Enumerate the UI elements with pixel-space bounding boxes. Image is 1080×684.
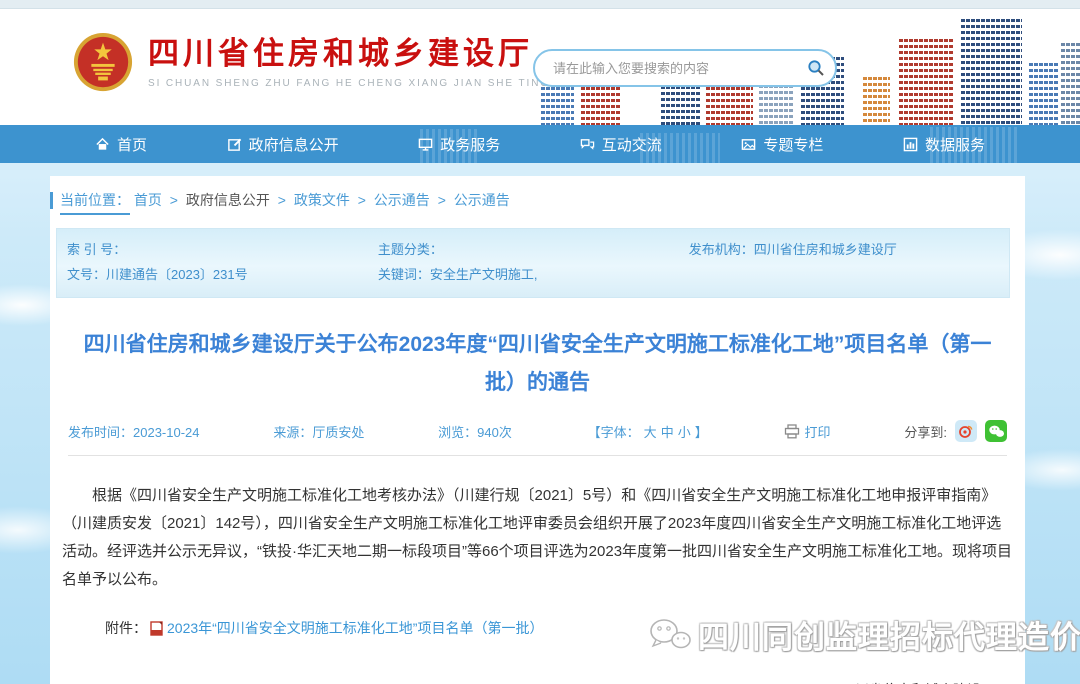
site-logo: 四川省住房和城乡建设厅 SI CHUAN SHENG ZHU FANG HE C… [72,31,550,93]
nav-item-info-disclosure[interactable]: 政府信息公开 [227,134,339,155]
weibo-share-icon[interactable] [955,420,977,442]
nav-label: 政务服务 [440,134,500,155]
document-icon [150,621,164,636]
breadcrumb-item-notice2[interactable]: 公示通告 [454,192,510,208]
meta-keywords: 关键词：安全生产文明施工, [378,262,689,287]
nav-label: 互动交流 [602,134,662,155]
breadcrumb-item-policy[interactable]: 政策文件 [294,192,350,208]
nav-label: 政府信息公开 [249,134,339,155]
picture-icon [741,137,756,152]
nav-label: 数据服务 [925,134,985,155]
search-icon[interactable] [803,59,835,77]
wechat-share-icon[interactable] [985,420,1007,442]
bar-chart-icon [903,137,918,152]
breadcrumb-item-info[interactable]: 政府信息公开 [186,192,270,208]
search-bar [533,49,837,87]
main-nav: 首页 政府信息公开 政务服务 互动交流 专题专栏 [0,125,1080,163]
meta-topic: 主题分类： [378,237,689,262]
nav-item-home[interactable]: 首页 [95,134,147,155]
font-large[interactable]: 大 [644,425,657,440]
breadcrumb-item-home[interactable]: 首页 [134,192,162,208]
search-input[interactable] [551,60,803,77]
printer-icon [784,424,800,439]
publish-date: 发布时间：2023-10-24 [68,422,200,441]
font-medium[interactable]: 中 [661,425,674,440]
breadcrumb-item-notice[interactable]: 公示通告 [374,192,430,208]
article-body: 根据《四川省安全生产文明施工标准化工地考核办法》（川建行规〔2021〕5号）和《… [62,482,1013,594]
watermark-text: 四川同创监理招标代理造价 [698,612,1080,657]
wechat-bubbles-icon [648,616,692,654]
print-button[interactable]: 打印 [784,422,831,441]
source: 来源：厅质安处 [273,422,364,441]
font-size-control: 【字体：大中小】 [586,422,710,441]
issuing-org: 四川省住房和城乡建设厅 [50,680,995,684]
page-title: 四川省住房和城乡建设厅关于公布2023年度“四川省安全生产文明施工标准化工地”项… [78,326,998,402]
home-icon [95,137,110,152]
attachment-label: 附件： [105,618,147,638]
nav-item-special-topics[interactable]: 专题专栏 [741,134,823,155]
site-title: 四川省住房和城乡建设厅 [148,36,550,72]
national-emblem-icon [72,31,134,93]
meta-doc-number: 文号：川建通告〔2023〕231号 [67,262,378,287]
breadcrumb-accent-bar [50,192,53,209]
chat-bubbles-icon [580,137,595,152]
top-strip [0,0,1080,9]
meta-index: 索 引 号： [67,237,378,262]
share-label: 分享到: [904,422,947,441]
watermark: 四川同创监理招标代理造价 [648,612,1080,657]
meta-agency: 发布机构：四川省住房和城乡建设厅 [689,237,1009,262]
font-small[interactable]: 小 [678,425,691,440]
view-count: 浏览：940次 [438,422,512,441]
nav-label: 首页 [117,134,147,155]
nav-label: 专题专栏 [763,134,823,155]
breadcrumb: 当前位置： 首页 > 政府信息公开 > 政策文件 > 公示通告 > 公示通告 [50,176,1025,210]
content-card: 当前位置： 首页 > 政府信息公开 > 政策文件 > 公示通告 > 公示通告 索… [50,176,1025,684]
monitor-icon [418,137,433,152]
nav-item-data-services[interactable]: 数据服务 [903,134,985,155]
publish-info-bar: 发布时间：2023-10-24 来源：厅质安处 浏览：940次 【字体：大中小】… [68,420,1007,456]
breadcrumb-label: 当前位置： [60,192,130,215]
site-header: 四川省住房和城乡建设厅 SI CHUAN SHENG ZHU FANG HE C… [0,9,1080,125]
site-title-pinyin: SI CHUAN SHENG ZHU FANG HE CHENG XIANG J… [148,78,550,89]
share-controls: 分享到: [904,420,1007,442]
nav-item-gov-services[interactable]: 政务服务 [418,134,500,155]
page: 四川省住房和城乡建设厅 SI CHUAN SHENG ZHU FANG HE C… [0,0,1080,684]
document-meta-panel: 索 引 号： 文号：川建通告〔2023〕231号 主题分类： 关键词：安全生产文… [56,228,1010,298]
pen-square-icon [227,137,242,152]
nav-item-interaction[interactable]: 互动交流 [580,134,662,155]
attachment-link[interactable]: 2023年“四川省安全文明施工标准化工地”项目名单（第一批） [167,618,543,638]
